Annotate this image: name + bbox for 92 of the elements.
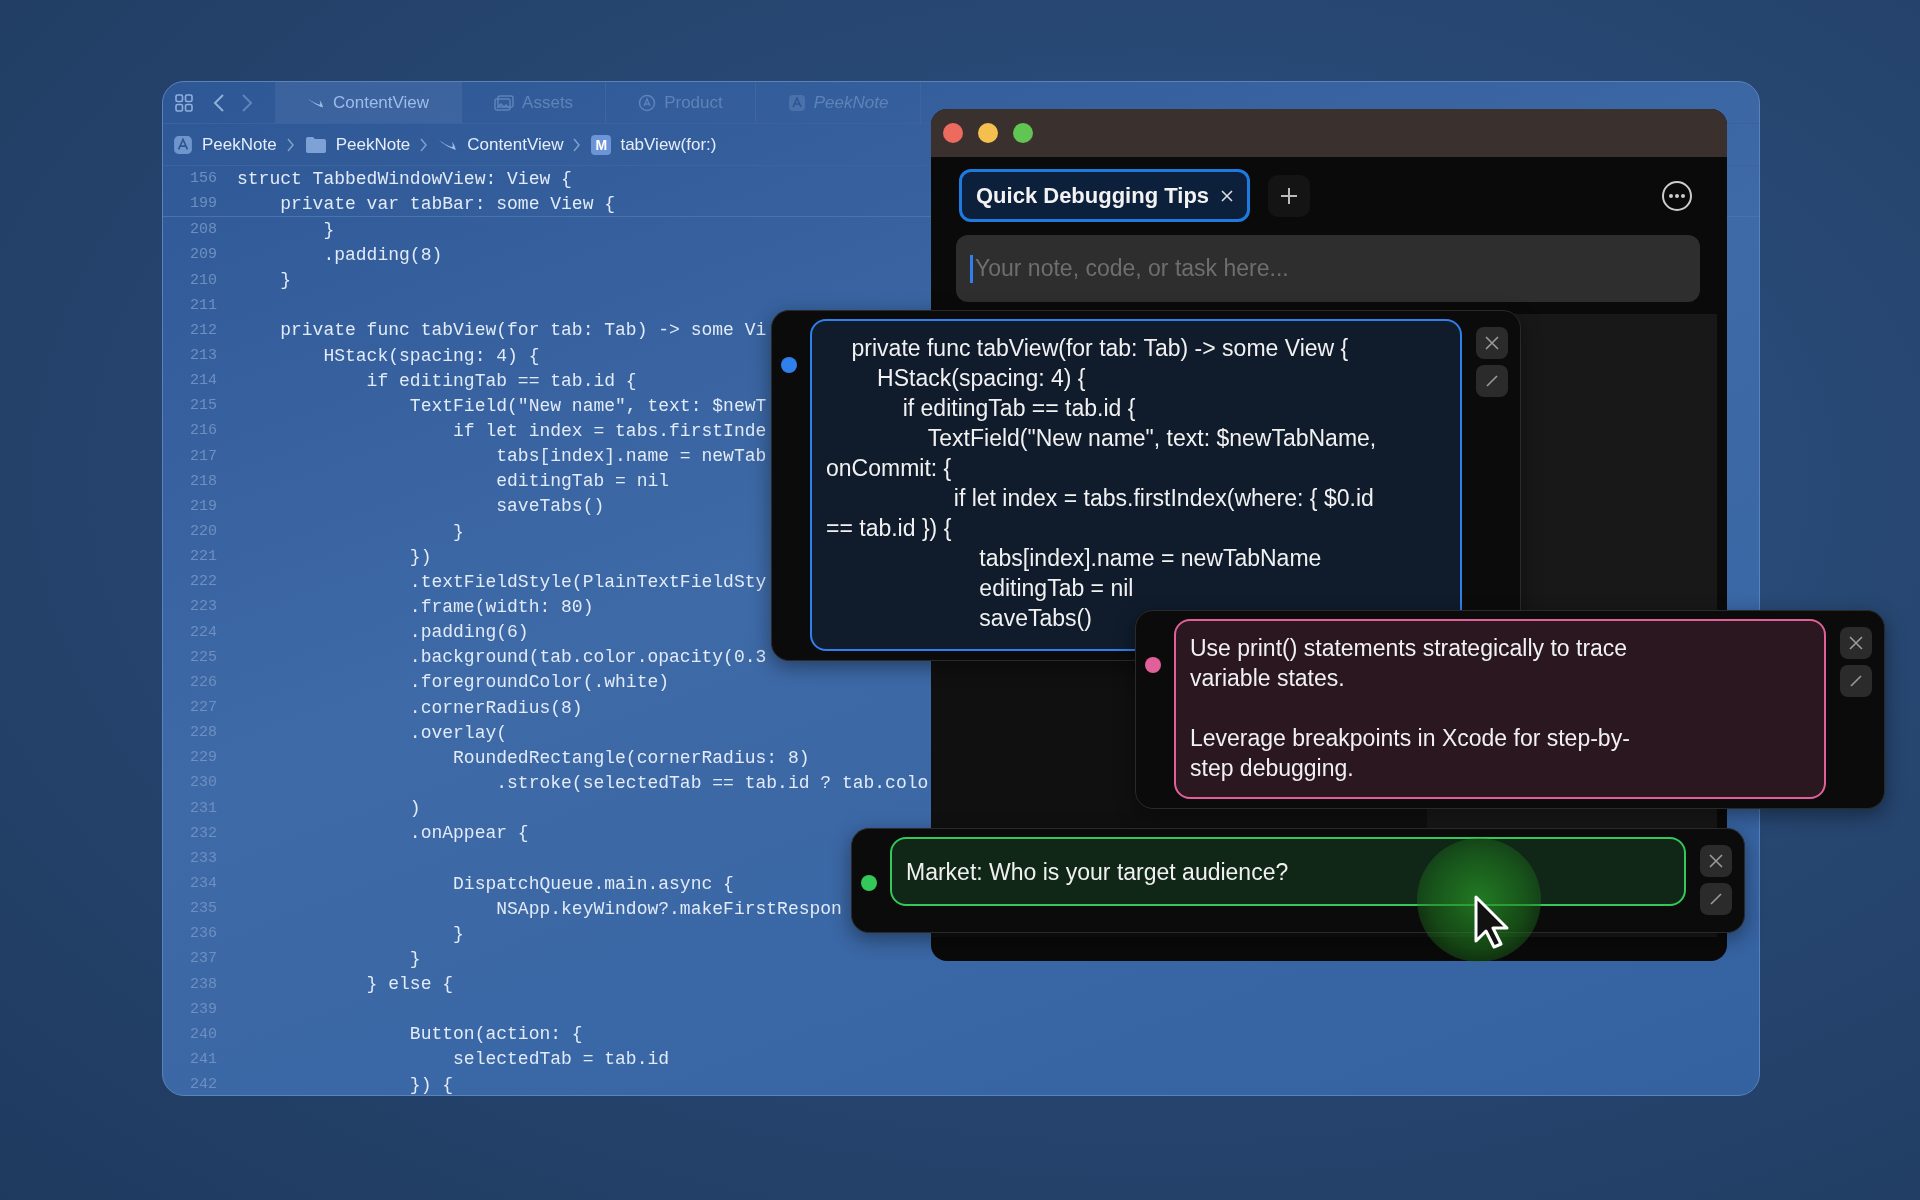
code-line: .padding(6) (408, 622, 529, 643)
code-line: .textFieldStyle(PlainTextFieldSty (408, 571, 767, 592)
app-icon (173, 134, 193, 155)
close-icon (1485, 336, 1499, 350)
breadcrumb-item[interactable]: M tabView(for:) (591, 134, 717, 155)
close-button[interactable] (1700, 845, 1732, 877)
breadcrumb-label: PeekNote (335, 134, 411, 155)
code-line: .onAppear { (408, 823, 529, 844)
code-line: private func tabView(for tab: Tab) -> some Vi (279, 320, 767, 341)
line-number: 217 (189, 447, 217, 465)
code-line: saveTabs() (495, 496, 605, 517)
edit-button[interactable] (1476, 365, 1508, 397)
chevron-icon (286, 137, 295, 152)
code-line: } else { (365, 974, 454, 995)
code-line: HStack(spacing: 4) { (322, 345, 540, 366)
breadcrumb-label: tabView(for:) (620, 134, 717, 155)
code-line: .padding(8) (322, 245, 443, 265)
pencil-icon (1485, 374, 1499, 388)
back-icon[interactable] (213, 92, 225, 113)
breadcrumb-item[interactable]: PeekNote (173, 134, 277, 155)
code-line: ) (408, 798, 421, 819)
zoom-window-button[interactable] (1013, 123, 1033, 143)
close-icon (1709, 854, 1723, 868)
plus-icon (1279, 185, 1300, 206)
code-line: private var tabBar: some View { (279, 193, 616, 214)
note-text: Use print() statements strategically to trace variable states. Leverage breakpoints in Xcode for step-by- step debugging. (1190, 634, 1631, 783)
line-number: 214 (189, 372, 217, 390)
code-line: }) { (408, 1074, 454, 1095)
code-line: } (322, 219, 335, 240)
line-number: 212 (189, 321, 217, 339)
line-number: 199 (189, 195, 217, 213)
code-line: .stroke(selectedTab == tab.id ? tab.colo (495, 772, 929, 793)
line-number: 215 (189, 397, 217, 415)
add-tab-button[interactable] (1268, 174, 1311, 217)
breadcrumb-label: ContentView (467, 134, 564, 155)
code-line: editingTab = nil (495, 471, 670, 492)
breadcrumb-item[interactable]: PeekNote (304, 134, 411, 155)
chevron-icon (573, 137, 582, 152)
close-icon[interactable] (1221, 189, 1234, 202)
code-line: struct TabbedWindowView: View { (237, 168, 572, 189)
line-number: 208 (189, 221, 217, 239)
code-line: tabs[index].name = newTab (495, 446, 767, 467)
more-icon[interactable] (1661, 179, 1693, 212)
close-icon (1849, 636, 1863, 650)
note-tab[interactable]: Quick Debugging Tips (959, 169, 1251, 222)
close-button[interactable] (1840, 627, 1872, 659)
code-line: Button(action: { (408, 1024, 583, 1045)
code-line: } (279, 270, 291, 291)
editor-tab[interactable]: ContentView (275, 82, 463, 123)
code-line: .background(tab.color.opacity(0.3 (408, 647, 767, 668)
code-line: } (452, 923, 464, 944)
code-line: DispatchQueue.main.async { (452, 873, 734, 894)
breadcrumb-label: PeekNote (202, 134, 277, 155)
line-number: 210 (189, 271, 217, 289)
folder-icon (304, 135, 327, 154)
edit-button[interactable] (1700, 883, 1732, 915)
code-line: } (452, 521, 464, 542)
code-line: TextField("New name", text: $newT (408, 395, 767, 416)
line-number: 209 (189, 246, 217, 264)
chevron-icon (420, 137, 429, 152)
close-window-button[interactable] (943, 123, 963, 143)
line-number: 156 (189, 170, 217, 188)
app-icon (787, 93, 806, 112)
minimize-window-button[interactable] (978, 123, 998, 143)
circle-icon (638, 93, 657, 112)
text-caret (970, 254, 973, 283)
symbol-badge: M (591, 134, 612, 155)
code-line: RoundedRectangle(cornerRadius: 8) (452, 747, 810, 768)
code-line: if let index = tabs.firstInde (452, 420, 767, 441)
close-button[interactable] (1476, 327, 1508, 359)
line-number: 218 (189, 472, 217, 490)
code-line: } (408, 948, 421, 969)
note-text: Market: Who is your target audience? (906, 857, 1289, 887)
code-line: .overlay( (408, 722, 508, 743)
pencil-icon (1849, 674, 1863, 688)
code-line: }) (408, 546, 432, 567)
code-line: NSApp.keyWindow?.makeFirstRespon (495, 898, 842, 919)
line-number: 211 (189, 296, 217, 314)
code-line: .cornerRadius(8) (408, 697, 583, 718)
note-text-box[interactable]: Market: Who is your target audience? (890, 837, 1686, 906)
edit-button[interactable] (1840, 665, 1872, 697)
note-text-box[interactable]: Use print() statements strategically to trace variable states. Leverage breakpoints in Xcode for step-by- step debugging. (1174, 619, 1826, 799)
line-number: 216 (189, 422, 217, 440)
code-line: .foregroundColor(.white) (408, 672, 670, 693)
photo-icon (494, 94, 515, 111)
code-line: if editingTab == tab.id { (365, 370, 637, 391)
grid-icon[interactable] (175, 93, 193, 112)
line-number: 213 (189, 347, 217, 365)
pencil-icon (1709, 892, 1723, 906)
code-line: selectedTab = tab.id (452, 1049, 670, 1070)
breadcrumb-item[interactable]: ContentView (438, 134, 564, 155)
code-line: .frame(width: 80) (408, 596, 594, 617)
